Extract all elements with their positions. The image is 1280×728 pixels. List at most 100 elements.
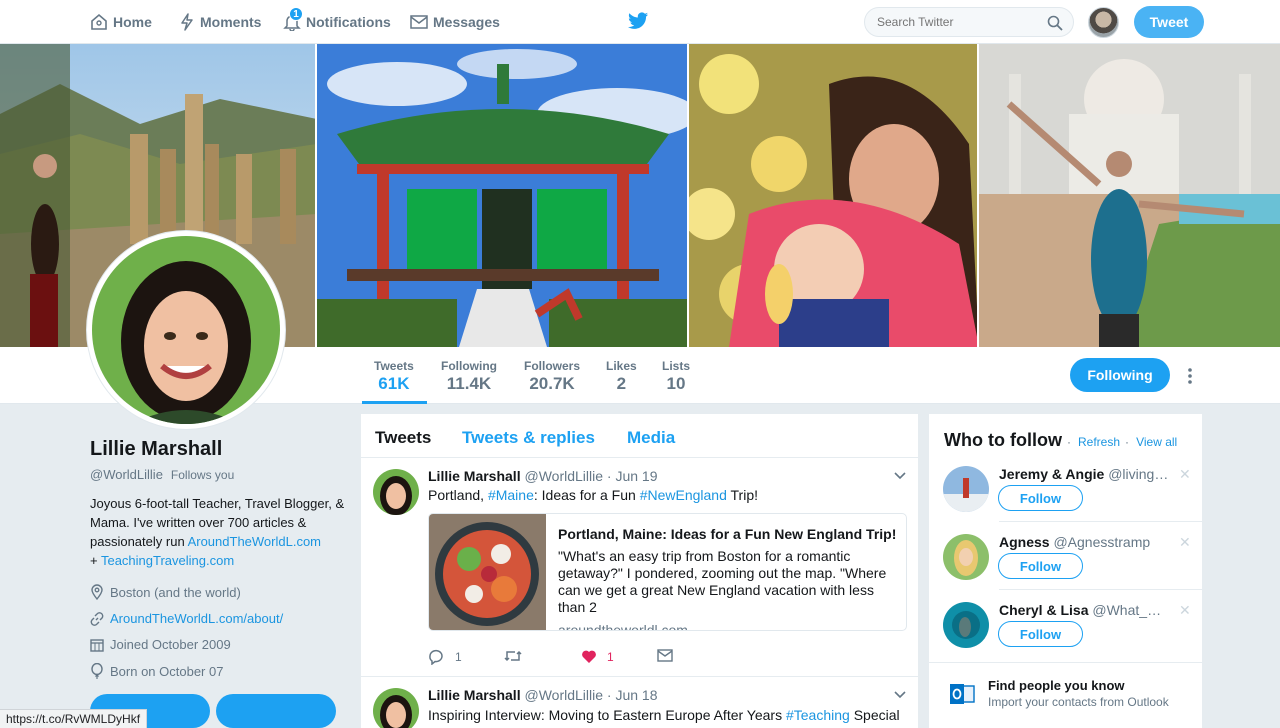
link-icon <box>90 611 104 626</box>
find-people-title[interactable]: Find people you know <box>988 678 1125 693</box>
profile-website: AroundTheWorldL.com/about/ <box>90 611 283 626</box>
refresh-link[interactable]: Refresh <box>1078 435 1120 449</box>
suggested-user-name[interactable]: Agness <box>999 534 1050 550</box>
dismiss-icon[interactable]: ✕ <box>1179 466 1191 483</box>
tweet-author-handle[interactable]: @WorldLillie <box>524 687 603 703</box>
like-button[interactable]: 1 <box>581 649 614 664</box>
nav-notifications[interactable]: 1 Notifications <box>283 0 391 44</box>
bio-link-teachingtraveling[interactable]: TeachingTraveling.com <box>101 553 234 568</box>
hashtag-newengland[interactable]: #NewEngland <box>640 487 727 503</box>
suggested-user-name-row: Jeremy & Angie @livingdr… <box>999 466 1169 482</box>
suggested-user[interactable]: Jeremy & Angie @livingdr… ✕ Follow <box>929 466 1202 533</box>
profile-name[interactable]: Lillie Marshall <box>90 438 350 461</box>
search-icon[interactable] <box>1047 15 1063 31</box>
direct-message-button[interactable] <box>657 649 673 662</box>
tweet-text-part: Trip! <box>726 487 759 503</box>
retweet-button[interactable] <box>504 649 522 663</box>
stat-followers[interactable]: Followers 20.7K <box>524 359 580 394</box>
hashtag-maine[interactable]: #Maine <box>488 487 534 503</box>
suggested-user-name[interactable]: Cheryl & Lisa <box>999 602 1088 618</box>
chevron-down-icon[interactable] <box>894 691 906 699</box>
reply-button[interactable]: 1 <box>428 649 462 665</box>
following-button[interactable]: Following <box>1070 358 1170 392</box>
card-url: aroundtheworldl.com <box>558 622 688 631</box>
header-photo-pagoda <box>317 44 689 347</box>
retweet-icon <box>504 650 522 662</box>
stat-value: 10 <box>666 374 686 393</box>
message-button[interactable] <box>216 694 336 728</box>
calendar-icon <box>90 638 104 652</box>
stat-following[interactable]: Following 11.4K <box>441 359 497 394</box>
link-card[interactable]: Portland, Maine: Ideas for a Fun New Eng… <box>428 513 907 631</box>
nav-messages[interactable]: Messages <box>410 0 500 44</box>
stat-label: Followers <box>524 359 581 373</box>
profile-bio: Joyous 6-foot-tall Teacher, Travel Blogg… <box>90 494 350 570</box>
suggested-user-name[interactable]: Jeremy & Angie <box>999 466 1104 482</box>
location-pin-icon <box>91 584 103 600</box>
find-people[interactable]: Find people you know Import your contact… <box>929 662 1202 728</box>
nav-messages-label: Messages <box>433 14 500 30</box>
notification-count-badge: 1 <box>289 7 303 21</box>
profile-joined: Joined October 2009 <box>90 637 231 652</box>
bio-link-aroundtheworldl[interactable]: AroundTheWorldL.com <box>188 534 321 549</box>
tab-tweets[interactable]: Tweets <box>375 428 431 448</box>
tweet-avatar[interactable] <box>373 688 419 728</box>
suggested-user[interactable]: Cheryl & Lisa @What_Bou… ✕ Follow <box>929 602 1202 669</box>
suggested-user-avatar[interactable] <box>943 466 989 512</box>
account-avatar[interactable] <box>1088 7 1119 38</box>
card-title: Portland, Maine: Ideas for a Fun New Eng… <box>558 526 897 542</box>
tweet-actions: 1 1 <box>428 649 728 669</box>
stat-value: 11.4K <box>446 374 492 393</box>
tweet-button[interactable]: Tweet <box>1134 6 1204 38</box>
website-link[interactable]: AroundTheWorldL.com/about/ <box>110 611 283 626</box>
search-input[interactable] <box>865 8 1045 36</box>
tweet-text: Portland, #Maine: Ideas for a Fun #NewEn… <box>428 487 758 503</box>
tweet-date[interactable]: · Jun 19 <box>607 468 658 484</box>
heart-icon <box>582 650 596 663</box>
tab-media[interactable]: Media <box>627 428 675 448</box>
twitter-bird-icon[interactable] <box>628 12 649 30</box>
browser-status-bar: https://t.co/RvWMLDyHkf <box>0 709 148 728</box>
tweet-date[interactable]: · Jun 18 <box>607 687 658 703</box>
tweet-author-handle[interactable]: @WorldLillie <box>524 468 603 484</box>
nav-moments[interactable]: Moments <box>179 0 261 44</box>
suggested-user-avatar[interactable] <box>943 534 989 580</box>
balloon-icon <box>91 663 103 679</box>
view-all-link[interactable]: View all <box>1136 435 1177 449</box>
stat-value: 2 <box>616 374 627 393</box>
tweet[interactable]: Lillie Marshall @WorldLillie · Jun 18 In… <box>361 678 918 728</box>
tweet-avatar[interactable] <box>373 469 419 515</box>
stat-tweets[interactable]: Tweets 61K <box>374 359 414 394</box>
suggested-user-handle[interactable]: @livingdr… <box>1108 466 1169 482</box>
suggested-user-handle[interactable]: @Agnesstramp <box>1053 534 1150 550</box>
nav-home[interactable]: Home <box>90 0 152 44</box>
follow-button[interactable]: Follow <box>998 553 1083 579</box>
suggested-user-handle[interactable]: @What_Bou… <box>1092 602 1169 618</box>
profile-info: Lillie Marshall @WorldLillie Follows you … <box>90 438 350 570</box>
location-text: Boston (and the world) <box>110 584 241 600</box>
tweet[interactable]: Lillie Marshall @WorldLillie · Jun 19 Po… <box>361 459 918 677</box>
more-options-icon[interactable] <box>1184 367 1196 385</box>
tweet-author-name[interactable]: Lillie Marshall <box>428 687 521 703</box>
card-description: "What's an easy trip from Boston for a r… <box>558 548 887 615</box>
profile-avatar[interactable] <box>86 230 286 430</box>
stat-lists[interactable]: Lists 10 <box>662 359 690 394</box>
search-box[interactable] <box>864 7 1074 37</box>
like-count: 1 <box>607 649 614 664</box>
hashtag-teaching[interactable]: #Teaching <box>786 707 850 723</box>
tab-tweets-replies[interactable]: Tweets & replies <box>462 428 595 448</box>
timeline-tabs: Tweets Tweets & replies Media <box>361 414 918 458</box>
follow-button[interactable]: Follow <box>998 621 1083 647</box>
stat-likes[interactable]: Likes 2 <box>606 359 637 394</box>
suggested-user-name-row: Agness @Agnesstramp <box>999 534 1169 550</box>
dismiss-icon[interactable]: ✕ <box>1179 534 1191 551</box>
suggested-user-avatar[interactable] <box>943 602 989 648</box>
chevron-down-icon[interactable] <box>894 472 906 480</box>
suggested-user[interactable]: Agness @Agnesstramp ✕ Follow <box>929 534 1202 601</box>
header-photo-taj-mahal <box>979 44 1280 347</box>
dismiss-icon[interactable]: ✕ <box>1179 602 1191 619</box>
tweet-author-name[interactable]: Lillie Marshall <box>428 468 521 484</box>
profile-handle[interactable]: @WorldLillie <box>90 467 163 482</box>
follow-button[interactable]: Follow <box>998 485 1083 511</box>
reply-count: 1 <box>455 650 462 664</box>
